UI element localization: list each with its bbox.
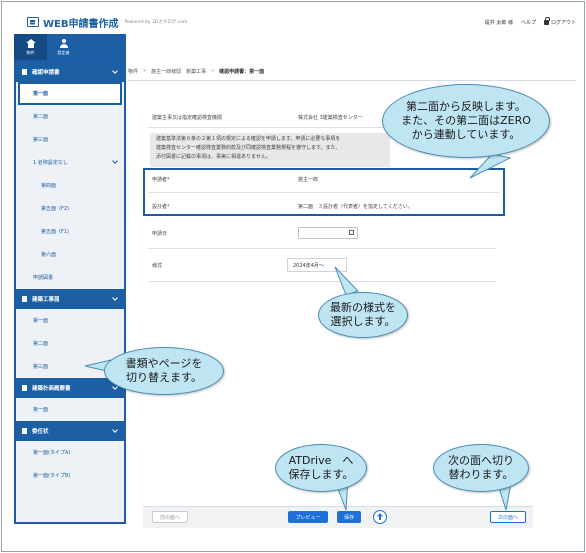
top-nav: 物件 設定者 [14,34,126,60]
sidebar: 確認申請書 第一面 第二面 第三面 1.名称設定なし 第四面 第五面（F2) 第… [14,60,126,524]
breadcrumb-separator: » [143,68,147,74]
divider [148,192,500,193]
style-select-value: 2024年4月〜 [293,262,324,269]
callout-switch-docs: 書類やページを 切り替えます。 [104,347,224,395]
logout-link[interactable]: ログアウト [543,16,576,26]
style-label: 様式 [152,263,163,269]
sidebar-item-page6[interactable]: 第六面 [16,243,124,266]
designer-label: 設計者* [152,204,170,210]
callout-next-page: 次の面へ切り 替わります。 [433,444,529,492]
sidebar-item-inin-typea[interactable]: 第一面(タイプA) [16,441,124,464]
app-title: WEB申請書作成 [43,18,119,30]
group-label: 1.名称設定なし [33,160,68,166]
document-icon [22,428,27,434]
sidebar-item-page3[interactable]: 第三面 [16,128,124,151]
divider [148,281,496,282]
user-name: 堤井 太郎 様 [484,19,513,26]
callout-atdrive: ATDrive へ 保存します。 [275,444,367,492]
breadcrumb: 物件 » 施主一郎様邸 新築工事 » 確認申請書：第一面 [128,64,264,78]
sidebar-section-gaiyou[interactable]: 建築計画概要書 [16,378,124,398]
breadcrumb-item[interactable]: 物件 [128,68,138,75]
declaration-notice: 建築基準法第６条の２第１項の規定による確認を申請します。申請に必要な事項を 建築… [150,133,390,167]
sidebar-item-kouji-page2[interactable]: 第二面 [16,332,124,355]
sidebar-item-page5-f2[interactable]: 第五面（F2) [16,197,124,220]
section-title: 建築工事届 [32,297,60,303]
user-icon [59,38,69,49]
sidebar-item-page4[interactable]: 第四面 [16,174,124,197]
sidebar-item-inin-typeb[interactable]: 第一面(タイプB) [16,464,124,487]
application-date-input[interactable] [298,227,358,239]
document-icon [22,296,27,302]
section-title: 建築計画概要書 [32,386,71,392]
breadcrumb-item[interactable]: 施主一郎様邸 新築工事 [151,68,206,75]
lock-icon [543,16,550,25]
document-icon [22,69,27,75]
designer-value: 第二面 ３設計者（代表者）を指定してください。 [298,204,413,210]
chevron-down-icon [112,68,118,74]
calendar-icon[interactable] [349,230,354,235]
sidebar-section-inin[interactable]: 委任状 [16,421,124,441]
section-title: 委任状 [32,429,49,435]
sidebar-item-page5-f1[interactable]: 第五面（F1) [16,220,124,243]
notice-text: 建築基準法第６条の２第１項の規定による確認を申請します。申請に必要な事項を 建築… [156,136,341,160]
save-button[interactable]: 保存 [337,511,361,523]
section-title: 確認申請書 [32,70,60,76]
help-link[interactable]: ヘルプ [521,19,536,26]
applicant-value: 施主一郎 [298,177,319,183]
app-header: WEB申請書作成 Powered by 3Dカタログ.com 堤井 太郎 様 ヘ… [10,10,576,34]
sidebar-item-unnamed-group[interactable]: 1.名称設定なし [16,151,124,174]
divider [128,80,576,81]
prev-page-button[interactable]: 前の面へ [152,511,188,523]
divider [148,248,496,249]
logout-label: ログアウト [550,19,576,26]
applicant-label: 申請者* [152,177,170,183]
authority-value: 株式会社 3建築検査センター [298,115,363,121]
nav-item-property[interactable]: 物件 [14,34,47,60]
document-logo-icon [27,17,39,27]
nav-item-settings[interactable]: 設定者 [47,34,80,60]
chevron-down-icon [112,295,118,301]
nav-item-label: 設定者 [57,49,70,55]
header-right: 堤井 太郎 様 ヘルプ ログアウト [484,16,576,26]
sidebar-item-page1[interactable]: 第一面 [18,82,122,105]
powered-by: Powered by 3Dカタログ.com [124,20,188,25]
next-page-button[interactable]: 次の面へ [490,511,526,523]
sidebar-item-application-docs[interactable]: 申請図書 [16,266,124,289]
date-label: 申請日 [152,231,168,237]
sidebar-item-gaiyou-page1[interactable]: 第一面 [16,398,124,421]
chevron-down-icon [112,427,118,433]
callout-latest-style: 最新の様式を 選択します。 [318,292,408,338]
sidebar-section-kakunin[interactable]: 確認申請書 [16,62,124,82]
breadcrumb-separator: » [211,68,215,74]
nav-item-label: 物件 [26,49,35,55]
sidebar-item-page2[interactable]: 第二面 [16,105,124,128]
home-icon [25,38,36,48]
callout-reflect: 第二面から反映します。 また、その第二面はZERO から連動しています。 [382,84,550,158]
sidebar-item-kouji-page1[interactable]: 第一面 [16,309,124,332]
sidebar-section-kouji[interactable]: 建築工事届 [16,289,124,309]
breadcrumb-current: 確認申請書：第一面 [219,68,265,75]
preview-button[interactable]: プレビュー [288,511,328,523]
document-icon [22,385,27,391]
upload-arrow-icon[interactable] [373,510,387,524]
chevron-down-icon [112,158,118,164]
authority-label: 建築主事又は指定確認検査機関 [152,115,223,121]
